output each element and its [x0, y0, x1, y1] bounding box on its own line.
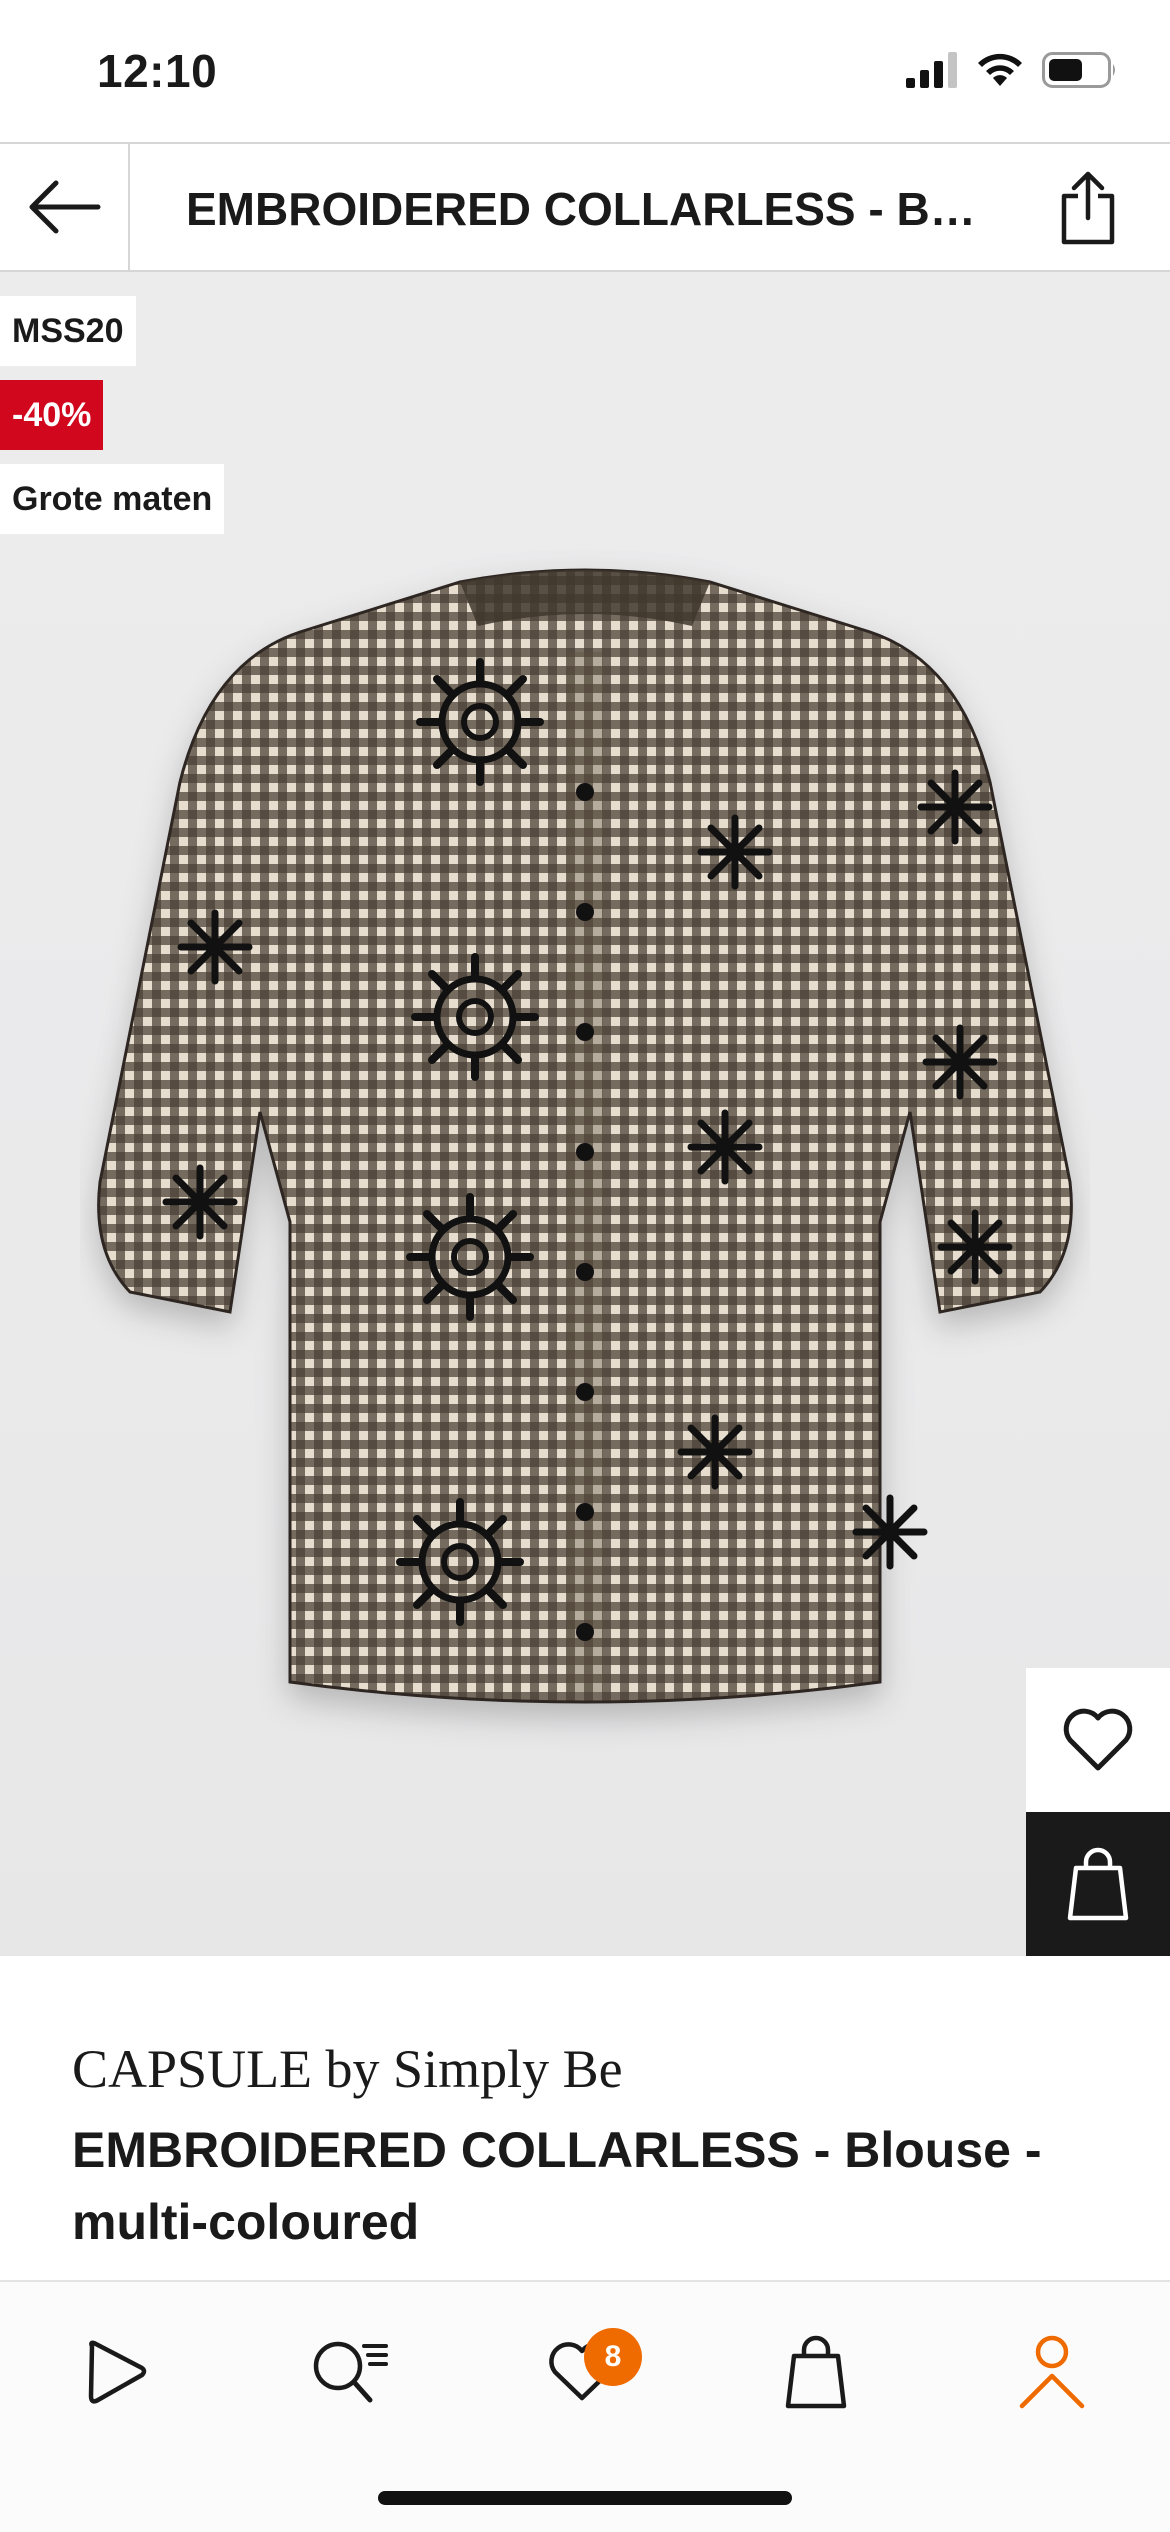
discount-badge: -40% [0, 380, 104, 450]
person-icon [1019, 2335, 1085, 2409]
tab-wishlist[interactable]: 8 [522, 2322, 642, 2422]
product-image-gallery[interactable]: MSS20 -40% Grote maten [0, 272, 1170, 1956]
heart-icon [1063, 1708, 1133, 1771]
home-indicator[interactable] [378, 2491, 792, 2505]
add-to-wishlist-button[interactable] [1026, 1668, 1170, 1812]
product-photo [97, 568, 1073, 1704]
wishlist-count-badge: 8 [584, 2328, 642, 2386]
search-icon [313, 2341, 388, 2403]
nav-header: EMBROIDERED COLLARLESS - BI... [0, 142, 1170, 272]
promo-code-badge: MSS20 [0, 296, 136, 366]
status-time: 12:10 [97, 45, 218, 97]
product-name: EMBROIDERED COLLARLESS - Blouse - multi-… [72, 2122, 1042, 2250]
add-to-bag-button[interactable] [1026, 1812, 1170, 1956]
status-bar: 12:10 [0, 0, 1170, 142]
status-icons [904, 52, 1118, 88]
share-icon [1061, 171, 1115, 245]
share-button[interactable] [1046, 166, 1130, 250]
tab-bag[interactable] [756, 2322, 876, 2422]
tab-home[interactable] [56, 2322, 176, 2422]
product-info: CAPSULE by Simply Be EMBROIDERED COLLARL… [0, 1958, 1170, 2282]
home-icon [88, 2340, 147, 2404]
wifi-icon [978, 53, 1022, 86]
back-button[interactable] [0, 144, 130, 270]
battery-icon [1042, 52, 1115, 88]
tab-search[interactable] [290, 2322, 410, 2422]
bottom-tab-bar: 8 [0, 2280, 1170, 2532]
signal-icon [906, 52, 957, 88]
brand-name[interactable]: CAPSULE by Simply Be [72, 2038, 623, 2100]
tab-account[interactable] [992, 2322, 1112, 2422]
shopping-bag-icon [785, 2335, 847, 2409]
arrow-left-icon [29, 180, 101, 234]
shopping-bag-icon [1067, 1847, 1129, 1921]
page-title: EMBROIDERED COLLARLESS - BI... [186, 183, 976, 235]
